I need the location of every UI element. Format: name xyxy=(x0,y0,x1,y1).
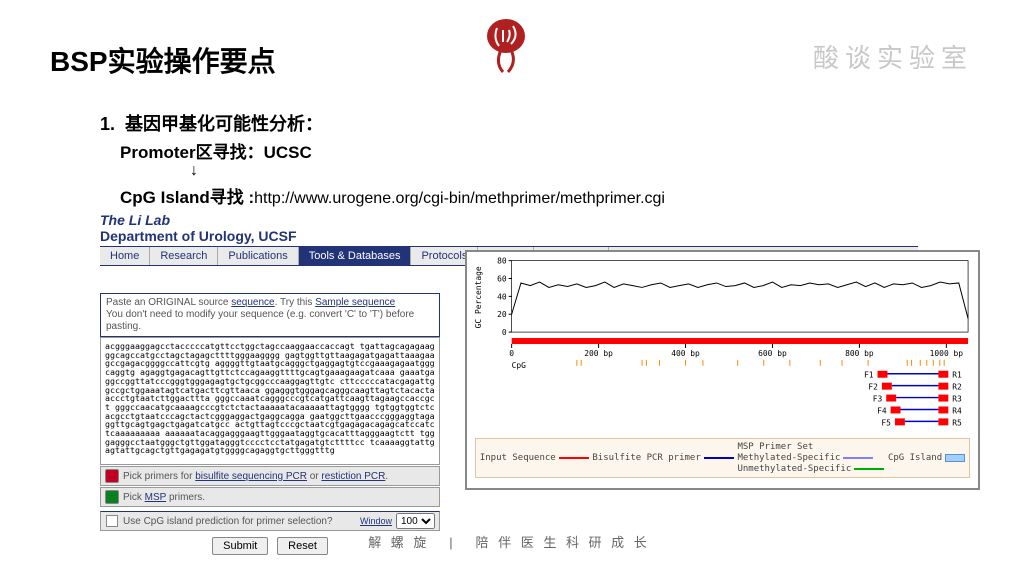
page-title: BSP实验操作要点 xyxy=(50,40,276,80)
cpg-island-line: CpG Island寻找 :http://www.urogene.org/cgi… xyxy=(120,183,918,208)
svg-text:800 bp: 800 bp xyxy=(845,349,874,358)
window-select[interactable]: 100 xyxy=(396,513,435,529)
svg-text:400 bp: 400 bp xyxy=(671,349,700,358)
svg-text:0: 0 xyxy=(502,328,507,337)
svg-text:CpG: CpG xyxy=(512,361,527,370)
sample-sequence-link[interactable]: Sample sequence xyxy=(315,297,395,308)
nav-item-home[interactable]: Home xyxy=(100,247,150,265)
lab-seal-icon xyxy=(485,18,527,73)
window-label: Window xyxy=(356,516,396,526)
svg-text:R4: R4 xyxy=(952,406,962,415)
svg-text:R2: R2 xyxy=(952,383,962,392)
promoter-line: Promoter区寻找：UCSC xyxy=(120,138,918,163)
nav-item-publications[interactable]: Publications xyxy=(218,247,298,265)
svg-text:GC Percentage: GC Percentage xyxy=(474,266,483,328)
lab-name: 酸谈实验室 xyxy=(813,38,973,75)
svg-text:F5: F5 xyxy=(881,418,891,427)
methprimer-chart: 0 20 40 60 80 GC Percentage 0 200 bp 400 bp 600 b… xyxy=(465,250,980,490)
svg-text:R3: R3 xyxy=(952,395,962,404)
chart-legend: Input Sequence Bisulfite PCR primer MSP … xyxy=(475,438,970,478)
li-lab-title: The Li Lab xyxy=(100,212,918,228)
arrow-down: ↓ xyxy=(190,163,918,179)
paste-instruction: Paste an ORIGINAL source sequence. Try t… xyxy=(100,293,440,337)
nav-item-research[interactable]: Research xyxy=(150,247,218,265)
svg-text:60: 60 xyxy=(497,274,507,283)
svg-text:R1: R1 xyxy=(952,371,962,380)
department-title: Department of Urology, UCSF xyxy=(100,228,918,244)
radio-green-icon xyxy=(105,490,119,504)
option-msp[interactable]: Pick MSP primers. xyxy=(100,487,440,507)
svg-text:40: 40 xyxy=(497,292,507,301)
svg-text:20: 20 xyxy=(497,310,507,319)
radio-red-icon xyxy=(105,469,119,483)
svg-text:600 bp: 600 bp xyxy=(758,349,787,358)
nav-item-tools-databases[interactable]: Tools & Databases xyxy=(299,247,412,265)
methprimer-form: Paste an ORIGINAL source sequence. Try t… xyxy=(100,293,440,555)
svg-text:F2: F2 xyxy=(868,383,878,392)
sequence-link[interactable]: sequence xyxy=(231,297,274,308)
svg-text:F3: F3 xyxy=(873,395,883,404)
svg-text:1000 bp: 1000 bp xyxy=(930,349,964,358)
svg-text:80: 80 xyxy=(497,257,507,266)
footer: 解 螺 旋 | 陪 伴 医 生 科 研 成 长 xyxy=(0,532,1018,551)
cpg-prediction-row: Use CpG island prediction for primer sel… xyxy=(100,511,440,531)
sequence-textarea[interactable]: acgggaaggagcctacccccatgttcctggctagccaagg… xyxy=(100,337,440,465)
checkbox[interactable] xyxy=(106,515,118,527)
svg-text:F1: F1 xyxy=(864,371,874,380)
option-bisulfite-pcr[interactable]: Pick primers for bisulfite sequencing PC… xyxy=(100,466,440,486)
svg-text:F4: F4 xyxy=(877,406,887,415)
svg-text:R5: R5 xyxy=(952,418,962,427)
svg-text:200 bp: 200 bp xyxy=(584,349,613,358)
svg-text:0: 0 xyxy=(509,349,514,358)
section-heading: 1. 基因甲基化可能性分析： xyxy=(100,110,918,136)
